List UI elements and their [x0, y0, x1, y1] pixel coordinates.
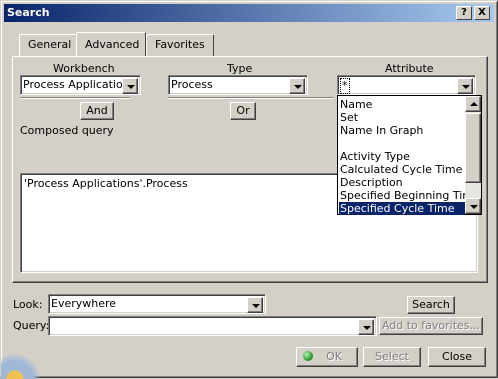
look-label: Look: [13, 298, 43, 311]
chevron-down-icon [294, 85, 302, 89]
dropdown-item-blank[interactable] [339, 137, 465, 150]
scroll-down-button[interactable] [465, 198, 481, 214]
separator [168, 97, 333, 99]
add-to-favorites-button[interactable]: Add to favorites... [379, 317, 483, 335]
scroll-up-button[interactable] [465, 96, 481, 112]
attribute-value[interactable]: * [340, 78, 350, 94]
separator [20, 97, 130, 99]
type-value: Process [171, 78, 213, 91]
chevron-down-icon [462, 85, 470, 89]
composed-query-label: Composed query [20, 124, 114, 137]
dropdown-item-calculated-cycle-time[interactable]: Calculated Cycle Time [339, 163, 465, 176]
composed-query-text: 'Process Applications'.Process [24, 177, 188, 190]
query-dropdown-button[interactable] [358, 319, 374, 335]
close-button[interactable]: Close [428, 347, 486, 367]
title-bar[interactable]: Search ? X [4, 4, 494, 22]
and-button[interactable]: And [80, 102, 114, 120]
help-button[interactable]: ? [456, 6, 472, 20]
select-button[interactable]: Select [363, 347, 421, 367]
window-title: Search [7, 6, 50, 19]
help-icon: ? [461, 7, 467, 18]
ok-button[interactable]: OK [296, 347, 358, 367]
look-combo[interactable]: Everywhere [48, 294, 266, 314]
chevron-up-icon [470, 102, 478, 106]
attribute-dropdown-list[interactable]: Name Set Name In Graph Activity Type Cal… [337, 95, 482, 215]
attribute-dropdown-button[interactable] [457, 78, 473, 94]
query-label: Query: [13, 319, 50, 332]
green-light-icon [303, 351, 313, 361]
chevron-down-icon [127, 85, 135, 89]
look-value: Everywhere [51, 297, 117, 310]
tab-general[interactable]: General [19, 34, 77, 56]
workbench-dropdown-button[interactable] [122, 78, 138, 94]
dropdown-item-activity-type[interactable]: Activity Type [339, 150, 465, 163]
workbench-combo[interactable]: Process Applications [20, 75, 141, 95]
type-label: Type [227, 62, 253, 75]
tab-advanced[interactable]: Advanced [76, 32, 146, 56]
dropdown-scrollbar[interactable] [465, 96, 481, 214]
dropdown-item-name[interactable]: Name [339, 98, 465, 111]
type-dropdown-button[interactable] [289, 78, 305, 94]
dropdown-item-specified-beginning-time[interactable]: Specified Beginning Time [339, 189, 480, 202]
look-dropdown-button[interactable] [247, 297, 263, 313]
search-button[interactable]: Search [407, 296, 455, 314]
query-combo[interactable] [48, 316, 377, 336]
dropdown-item-description[interactable]: Description [339, 176, 465, 189]
dropdown-item-name-in-graph[interactable]: Name In Graph [339, 124, 465, 137]
close-window-button[interactable]: X [474, 6, 490, 20]
chevron-down-icon [363, 326, 371, 330]
attribute-label: Attribute [385, 62, 434, 75]
dropdown-item-specified-cycle-time[interactable]: Specified Cycle Time [339, 202, 465, 215]
chevron-down-icon [252, 304, 260, 308]
chevron-down-icon [470, 205, 478, 209]
scroll-thumb[interactable] [465, 113, 481, 183]
workbench-label: Workbench [53, 62, 115, 75]
attribute-combo[interactable]: * [337, 75, 476, 95]
or-button[interactable]: Or [230, 102, 256, 120]
app-logo-icon [1, 343, 47, 379]
tab-favorites[interactable]: Favorites [146, 34, 214, 56]
search-dialog: Search ? X General Advanced Favorites Wo… [0, 0, 498, 379]
workbench-value: Process Applications [23, 78, 123, 91]
type-combo[interactable]: Process [168, 75, 308, 95]
dropdown-item-set[interactable]: Set [339, 111, 465, 124]
close-icon: X [478, 7, 486, 18]
